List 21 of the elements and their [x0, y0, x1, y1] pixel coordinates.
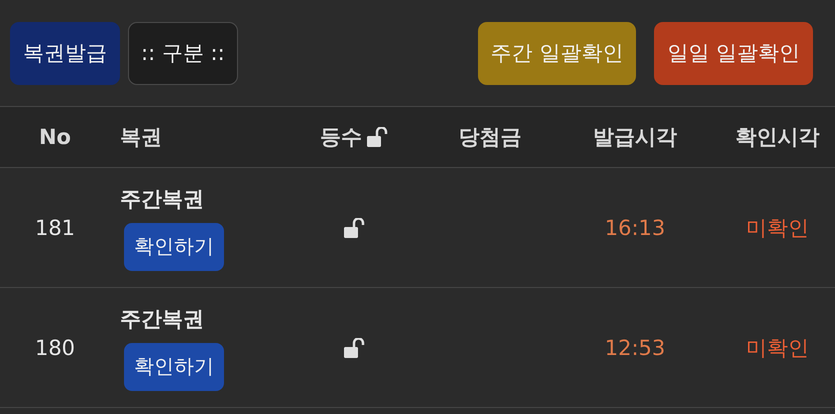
confirm-button[interactable]: 확인하기	[124, 342, 224, 390]
table-cell: 12:53	[604, 336, 666, 360]
table-cell-text: 미확인	[746, 334, 809, 362]
column-header: 등수	[320, 124, 362, 151]
toolbar-button[interactable]: 주간 일괄확인	[478, 22, 636, 84]
table-cell: 181	[34, 216, 76, 240]
table-cell: 16:13	[604, 216, 666, 240]
ticket-name: 주간복권	[120, 186, 204, 212]
ticket-name: 주간복권	[120, 306, 204, 332]
toolbar-button[interactable]: 복권발급	[10, 22, 120, 84]
column-header: No	[38, 125, 71, 149]
column-header: 당첨금	[458, 124, 522, 151]
toolbar-button[interactable]: :: 구분 ::	[128, 22, 238, 84]
column-header: 발급시각	[593, 124, 677, 151]
table-cell-text: 미확인	[746, 214, 809, 242]
toolbar-button[interactable]: 일일 일괄확인	[654, 22, 813, 84]
column-header: 복권	[120, 124, 162, 151]
table-cell: 180	[34, 336, 76, 360]
column-header: 확인시각	[736, 124, 820, 151]
unlocked-padlock-icon	[366, 127, 390, 147]
confirm-button[interactable]: 확인하기	[124, 222, 224, 270]
